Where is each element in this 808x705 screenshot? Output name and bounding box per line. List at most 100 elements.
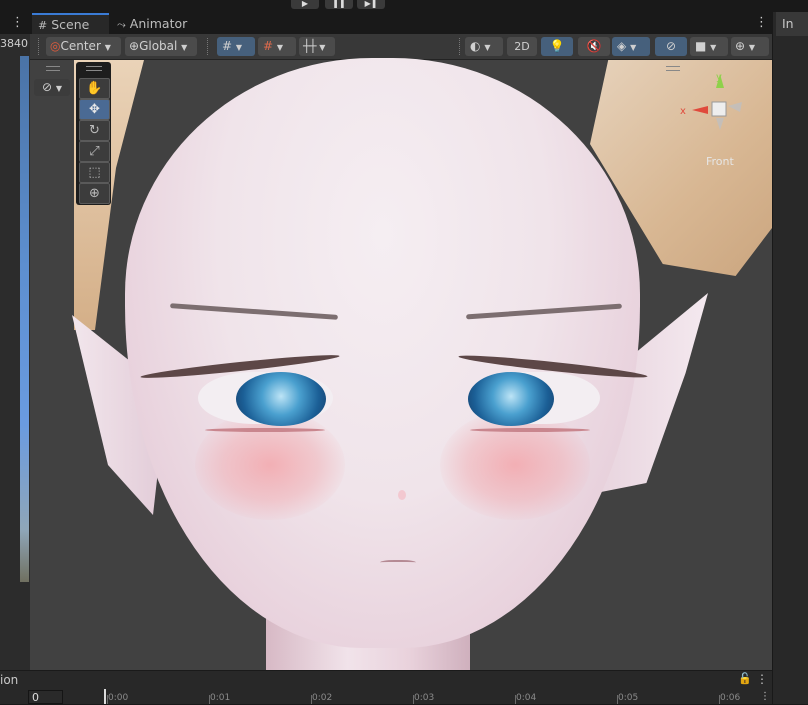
chevron-down-icon: ▼ bbox=[319, 43, 326, 52]
gizmo-globe-icon: ⊕ bbox=[735, 39, 746, 53]
lock-icon[interactable]: 🔓 bbox=[738, 672, 752, 685]
chevron-down-icon: ▼ bbox=[710, 43, 717, 52]
increment-snap-toggle[interactable]: # ▼ bbox=[258, 37, 296, 56]
scene-visibility-toggle[interactable]: ⊘ bbox=[655, 37, 687, 56]
animator-icon: ⤳ bbox=[117, 18, 126, 31]
pivot-dropdown[interactable]: ◎Center ▼ bbox=[46, 37, 121, 56]
tab-animator[interactable]: ⤳ Animator bbox=[117, 14, 187, 34]
pause-icon: ❚❚ bbox=[332, 0, 346, 8]
left-panel-number: 3840 bbox=[0, 37, 28, 50]
scene-menu-icon[interactable]: ⋮ bbox=[755, 15, 768, 30]
globe-icon: ⊕ bbox=[129, 39, 140, 53]
view-options-dropdown[interactable]: ⊘ ▼ bbox=[34, 79, 70, 96]
tab-animation[interactable]: ion bbox=[0, 673, 18, 687]
orientation-gizmo[interactable]: y x Front bbox=[670, 68, 770, 178]
chevron-down-icon: ▼ bbox=[276, 43, 284, 52]
tab-scene[interactable]: # Scene bbox=[32, 13, 109, 36]
overlay-grip-icon bbox=[86, 66, 102, 71]
pivot-label: Center bbox=[60, 39, 101, 53]
ruler-toggle[interactable]: ┼┼ ▼ bbox=[299, 37, 335, 56]
play-button[interactable]: ▶ bbox=[291, 0, 319, 9]
effects-layers-icon: ◈ bbox=[617, 39, 627, 53]
left-panel-menu-icon[interactable]: ⋮ bbox=[11, 15, 24, 30]
scale-tool[interactable]: ⤢ bbox=[79, 141, 110, 162]
mouth bbox=[380, 560, 416, 566]
grid-snapping-toggle[interactable]: # ▼ bbox=[217, 37, 255, 56]
lower-lash-right bbox=[470, 428, 590, 432]
ruler-icon: ┼┼ bbox=[303, 39, 316, 53]
tab-inspector[interactable]: In bbox=[776, 12, 808, 36]
move-arrows-icon: ✥ bbox=[89, 102, 100, 117]
toggle-2d-button[interactable]: 2D bbox=[507, 37, 537, 56]
shading-sphere-icon: ◐ bbox=[470, 39, 481, 53]
audio-toggle[interactable]: 🔇 bbox=[578, 37, 610, 56]
timeline-tick: 0:04 bbox=[516, 693, 537, 703]
pause-button[interactable]: ❚❚ bbox=[325, 0, 353, 9]
lightbulb-icon: 💡 bbox=[549, 39, 565, 53]
transform-icon: ⊕ bbox=[89, 186, 100, 201]
step-button[interactable]: ▶❚ bbox=[357, 0, 385, 9]
chevron-down-icon: ▼ bbox=[181, 43, 188, 52]
transform-tool[interactable]: ⊕ bbox=[79, 183, 110, 204]
step-icon: ▶❚ bbox=[364, 0, 378, 8]
gizmo-neg-y-cone[interactable] bbox=[716, 118, 724, 130]
gizmo-x-label: x bbox=[680, 106, 686, 117]
animation-menu-icon[interactable]: ⋮ bbox=[756, 672, 768, 686]
gizmos-dropdown[interactable]: ⊕ ▼ bbox=[731, 37, 769, 56]
lighting-toggle[interactable]: 💡 bbox=[541, 37, 573, 56]
playhead[interactable] bbox=[104, 689, 106, 704]
overlay-grip-icon bbox=[46, 66, 60, 71]
play-icon: ▶ bbox=[301, 0, 309, 8]
animation-panel-header bbox=[0, 670, 772, 689]
tab-animator-label: Animator bbox=[129, 16, 188, 31]
effects-dropdown[interactable]: ◈ ▼ bbox=[612, 37, 650, 56]
play-controls-bar bbox=[0, 0, 808, 12]
gizmo-center-cube[interactable] bbox=[711, 101, 727, 117]
camera-dropdown[interactable]: ■ ▼ bbox=[690, 37, 728, 56]
tab-scene-label: Scene bbox=[51, 17, 90, 32]
timeline-tick: 0:02 bbox=[312, 693, 333, 703]
rect-transform-icon: ⬚ bbox=[88, 165, 101, 180]
iris-right bbox=[468, 372, 554, 426]
timeline-menu-icon[interactable]: ⋮ bbox=[760, 691, 770, 702]
hand-tool[interactable]: ✋ bbox=[79, 78, 110, 99]
rotate-tool[interactable]: ↻ bbox=[79, 120, 110, 141]
chevron-down-icon: ▼ bbox=[235, 43, 243, 52]
toolbar-grip bbox=[207, 38, 211, 55]
shading-mode-dropdown[interactable]: ◐ ▼ bbox=[465, 37, 503, 56]
toolbar-grip bbox=[459, 38, 463, 55]
right-panel-spacer bbox=[784, 28, 785, 36]
blush-right bbox=[440, 410, 590, 520]
space-dropdown[interactable]: ⊕Global ▼ bbox=[125, 37, 197, 56]
timeline-tick: 0:03 bbox=[414, 693, 435, 703]
gizmo-y-label: y bbox=[716, 72, 722, 83]
lower-lash-left bbox=[205, 428, 325, 432]
snap-increment-icon: # bbox=[263, 39, 274, 53]
pivot-icon: ◎ bbox=[50, 39, 61, 53]
iris-left bbox=[236, 372, 326, 426]
timeline-tick: 0:06 bbox=[720, 693, 741, 703]
rect-tool[interactable]: ⬚ bbox=[79, 162, 110, 183]
grid-icon: # bbox=[38, 19, 48, 32]
gizmo-view-label[interactable]: Front bbox=[706, 155, 735, 168]
hand-icon: ✋ bbox=[86, 81, 103, 96]
chevron-down-icon: ▼ bbox=[484, 43, 491, 52]
nose bbox=[398, 490, 406, 500]
chevron-down-icon: ▼ bbox=[748, 43, 756, 52]
audio-mute-icon: 🔇 bbox=[586, 39, 602, 53]
gizmo-neg-x-cone[interactable] bbox=[728, 102, 742, 112]
timeline-tick: 0:00 bbox=[108, 693, 129, 703]
timeline-tick: 0:05 bbox=[618, 693, 639, 703]
rotate-icon: ↻ bbox=[89, 123, 100, 138]
left-panel-preview bbox=[20, 56, 29, 582]
chevron-down-icon: ▼ bbox=[55, 84, 63, 93]
scale-icon: ⤢ bbox=[89, 144, 100, 159]
frame-input[interactable]: 0 bbox=[28, 690, 63, 704]
timeline-tick: 0:01 bbox=[210, 693, 231, 703]
right-panel bbox=[772, 12, 808, 704]
chevron-down-icon: ▼ bbox=[104, 43, 111, 52]
toolbar-grip bbox=[38, 38, 42, 55]
move-tool[interactable]: ✥ bbox=[79, 99, 110, 120]
camera-icon: ■ bbox=[695, 39, 707, 53]
gizmo-x-cone[interactable] bbox=[692, 106, 708, 114]
